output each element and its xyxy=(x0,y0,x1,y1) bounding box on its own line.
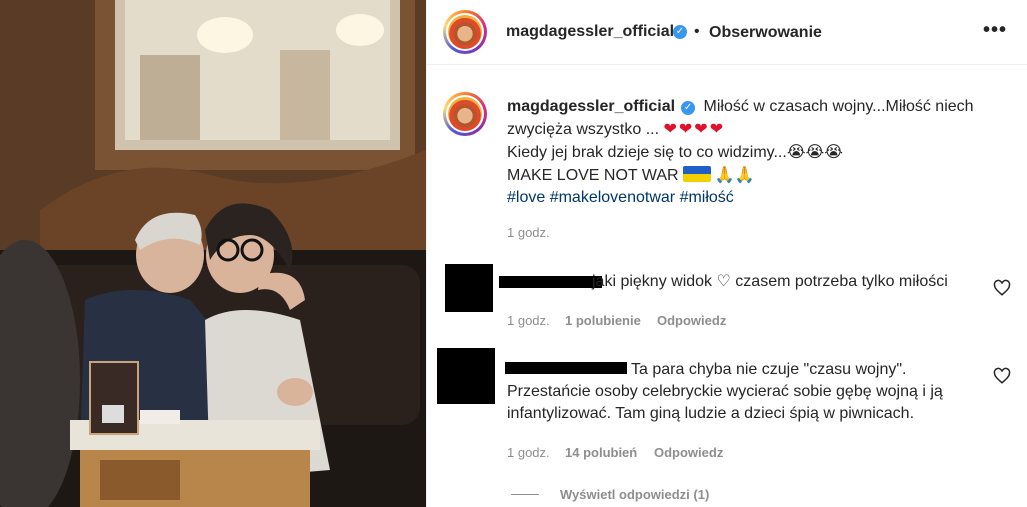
hashtag-milosc[interactable]: #miłość xyxy=(680,189,734,206)
comment-1-avatar-redacted[interactable] xyxy=(445,264,493,312)
post-caption: magdagessler_official ✓ Miłość w czasach … xyxy=(507,96,1007,209)
ukraine-flag-icon xyxy=(682,166,711,182)
author-username[interactable]: magdagessler_official xyxy=(506,23,674,41)
hashtags: #love #makelovenotwar #miłość xyxy=(507,189,734,206)
post-header: magdagessler_official ✓ • Obserwowanie •… xyxy=(427,0,1027,65)
comment-2-reply-button[interactable]: Odpowiedz xyxy=(654,445,723,460)
comment-2-avatar-redacted[interactable] xyxy=(437,348,495,404)
comment-2-line-1: Ta para chyba nie czuje "czasu wojny". xyxy=(631,361,907,378)
more-options-icon[interactable]: ••• xyxy=(983,19,1007,42)
replies-divider-line xyxy=(511,494,539,495)
caption-line-3: Kiedy jej brak dzieje się to co widzimy.… xyxy=(507,144,787,161)
comment-1-time[interactable]: 1 godz. xyxy=(507,313,550,328)
caption-line-1: Miłość w czasach wojny...Miłość niech xyxy=(703,98,974,115)
hashtag-makelovenotwar[interactable]: #makelovenotwar xyxy=(550,189,675,206)
comment-2-time[interactable]: 1 godz. xyxy=(507,445,550,460)
comment-2-likes[interactable]: 14 polubień xyxy=(565,445,637,460)
praying-hands-icon: 🙏🙏 xyxy=(714,165,755,184)
comment-1-username-redacted[interactable] xyxy=(499,276,602,288)
caption-line-4: MAKE LOVE NOT WAR xyxy=(507,167,679,184)
comment-2-line-2: Przestańcie osoby celebryckie wycierać s… xyxy=(507,383,943,400)
crying-face-icon: 😭😭😭 xyxy=(786,142,843,161)
hashtag-love[interactable]: #love xyxy=(507,189,545,206)
caption-line-2: zwycięża wszystko ... xyxy=(507,121,660,138)
caption-verified-icon: ✓ xyxy=(681,101,696,115)
instagram-post-view: magdagessler_official ✓ • Obserwowanie •… xyxy=(0,0,1027,507)
comment-1-likes[interactable]: 1 polubienie xyxy=(565,313,641,328)
verified-badge-icon: ✓ xyxy=(673,25,687,39)
comment-1-text: jaki piękny widok ♡ czasem potrzeba tylk… xyxy=(592,273,948,290)
caption-time[interactable]: 1 godz. xyxy=(507,225,550,240)
comment-2-text: Ta para chyba nie czuje "czasu wojny". P… xyxy=(507,359,987,425)
post-photo[interactable] xyxy=(0,0,426,507)
view-replies-button[interactable]: Wyświetl odpowiedzi (1) xyxy=(560,487,709,502)
caption-username[interactable]: magdagessler_official xyxy=(507,98,675,115)
separator-dot: • xyxy=(694,23,700,40)
photo-illustration xyxy=(0,0,426,507)
comment-2-like-heart-icon[interactable] xyxy=(993,367,1011,385)
comment-1-reply-button[interactable]: Odpowiedz xyxy=(657,313,726,328)
caption-author-avatar[interactable] xyxy=(443,92,487,136)
comment-1-like-heart-icon[interactable] xyxy=(993,279,1011,297)
post-details-panel: magdagessler_official ✓ • Obserwowanie •… xyxy=(426,0,1027,507)
following-button[interactable]: Obserwowanie xyxy=(709,24,822,42)
author-avatar[interactable] xyxy=(443,10,487,54)
red-hearts-icon: ❤❤❤❤ xyxy=(663,119,726,138)
comment-2-line-3: infantylizować. Tam giną ludzie a dzieci… xyxy=(507,405,915,422)
